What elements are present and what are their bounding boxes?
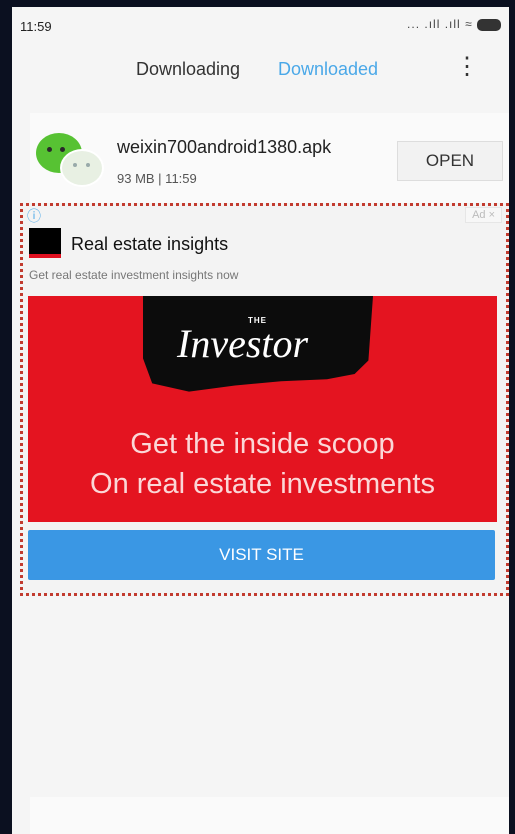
brand-name: Investor bbox=[177, 321, 309, 366]
status-icons: ... .ıll .ıll ≈ bbox=[407, 17, 501, 31]
status-bar: 11:59 ... .ıll .ıll ≈ bbox=[12, 7, 509, 43]
tab-downloading[interactable]: Downloading bbox=[136, 59, 240, 80]
ad-logo bbox=[29, 228, 61, 258]
wifi-icon: ≈ bbox=[465, 17, 473, 31]
open-button[interactable]: OPEN bbox=[397, 141, 503, 181]
ad-banner-image[interactable]: THE Investor Get the inside scoop On rea… bbox=[28, 296, 497, 522]
download-item[interactable]: weixin700android1380.apk 93 MB | 11:59 O… bbox=[30, 113, 509, 203]
phone-screen: 11:59 ... .ıll .ıll ≈ Downloading Downlo… bbox=[12, 7, 509, 834]
battery-icon bbox=[477, 18, 501, 31]
download-tabs: Downloading Downloaded ⋮ bbox=[12, 51, 509, 97]
status-time: 11:59 bbox=[20, 19, 52, 34]
signal-icon: ... .ıll .ıll bbox=[407, 17, 461, 31]
file-meta: 93 MB | 11:59 bbox=[117, 171, 197, 186]
banner-headline-2: On real estate investments bbox=[90, 468, 435, 500]
banner-headline-1: Get the inside scoop bbox=[130, 428, 395, 460]
ad-title: Real estate insights bbox=[71, 234, 229, 254]
ad-container[interactable]: ⓘ Ad × Real estate insights Get real est… bbox=[20, 203, 509, 596]
overflow-menu-icon[interactable]: ⋮ bbox=[455, 55, 479, 79]
ad-subtitle: Get real estate investment insights now bbox=[29, 268, 239, 282]
ad-info-icon[interactable]: ⓘ bbox=[27, 206, 41, 226]
file-name: weixin700android1380.apk bbox=[117, 137, 332, 157]
ad-close-tag[interactable]: Ad × bbox=[465, 207, 502, 223]
wechat-icon bbox=[36, 127, 106, 187]
bottom-list-area bbox=[30, 797, 509, 834]
tab-downloaded[interactable]: Downloaded bbox=[278, 59, 378, 80]
visit-site-button[interactable]: VISIT SITE bbox=[28, 530, 495, 580]
